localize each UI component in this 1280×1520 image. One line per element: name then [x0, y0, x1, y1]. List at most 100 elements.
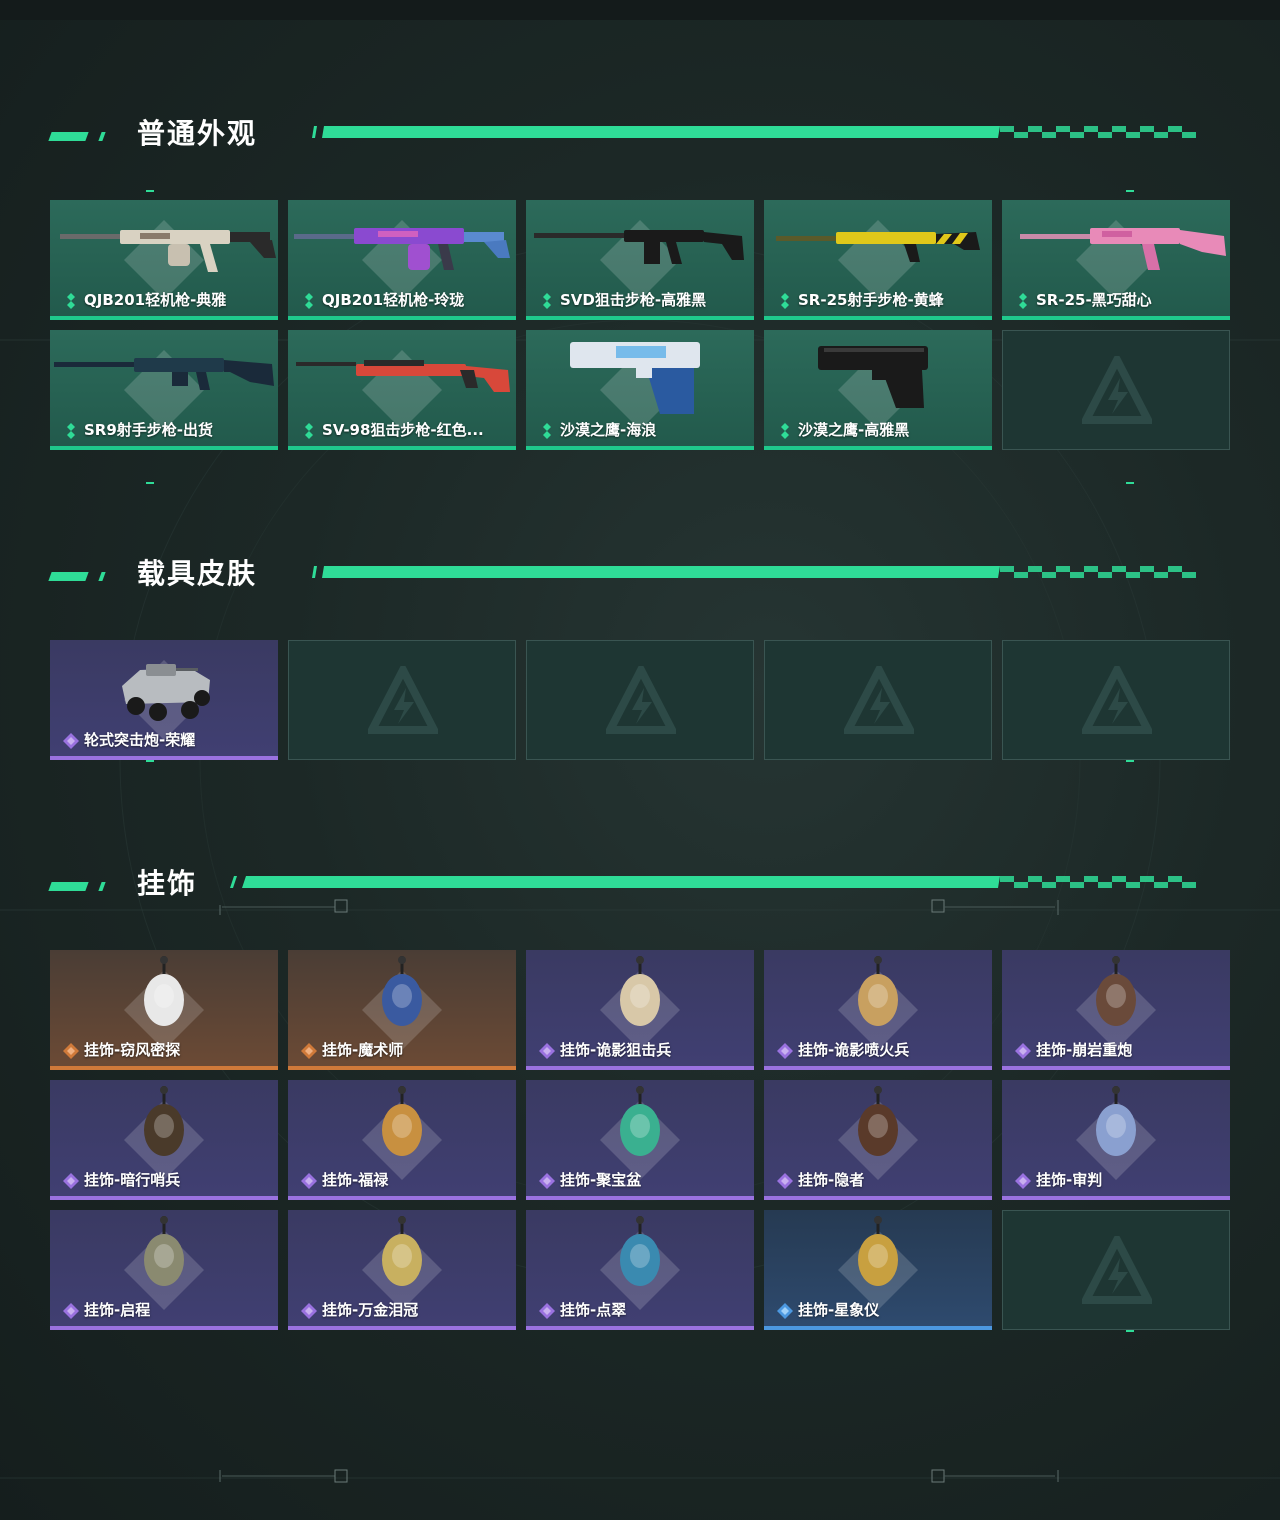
header-line [310, 566, 1200, 578]
header-accent-tick [98, 132, 106, 141]
item-label: QJB201轻机枪-玲珑 [322, 291, 465, 309]
rarity-icon [63, 733, 79, 749]
weapon-card[interactable]: SV-98狙击步枪-红色... [288, 330, 516, 450]
corner-tick [1126, 1330, 1134, 1332]
item-label: 轮式突击炮-荣耀 [84, 731, 196, 749]
empty-slot-icon [1082, 356, 1152, 424]
section-header-vehicles: 载具皮肤 [0, 557, 1280, 606]
item-label: 挂饰-诡影喷火兵 [798, 1041, 910, 1059]
charm-card[interactable]: 挂饰-窃风密探 [50, 950, 278, 1070]
rarity-icon [539, 1173, 555, 1189]
rarity-icon [777, 1173, 793, 1189]
section-header-weapons: 普通外观 [0, 117, 1280, 166]
charm-card[interactable]: 挂饰-福禄 [288, 1080, 516, 1200]
pistol-icon [818, 346, 928, 408]
empty-slot [1002, 330, 1230, 450]
section-title: 挂饰 [137, 867, 198, 900]
weapon-card[interactable]: SR-25-黑巧甜心 [1002, 200, 1230, 320]
charm-card[interactable]: 挂饰-启程 [50, 1210, 278, 1330]
item-label: 挂饰-窃风密探 [84, 1041, 181, 1059]
empty-slot-icon [844, 666, 914, 734]
corner-tick [146, 482, 154, 484]
empty-slot [1002, 1210, 1230, 1330]
weapon-card[interactable]: QJB201轻机枪-玲珑 [288, 200, 516, 320]
section-header-charms: 挂饰 [0, 867, 1280, 916]
rarity-icon [301, 1173, 317, 1189]
header-line [310, 126, 1200, 138]
item-label: QJB201轻机枪-典雅 [84, 291, 227, 309]
weapon-card[interactable]: SVD狙击步枪-高雅黑 [526, 200, 754, 320]
charm-icon [382, 1086, 422, 1156]
charm-card[interactable]: 挂饰-万金泪冠 [288, 1210, 516, 1330]
rarity-icon [67, 293, 75, 309]
header-accent-bar [48, 882, 89, 891]
charm-card[interactable]: 挂饰-魔术师 [288, 950, 516, 1070]
charm-icon [144, 1086, 184, 1156]
item-label: 挂饰-崩岩重炮 [1036, 1041, 1133, 1059]
charm-card[interactable]: 挂饰-点翠 [526, 1210, 754, 1330]
rarity-icon [305, 293, 313, 309]
weapon-card[interactable]: 沙漠之鹰-海浪 [526, 330, 754, 450]
item-label: SR9射手步枪-出货 [84, 421, 214, 439]
rarity-icon [1015, 1043, 1031, 1059]
charm-card[interactable]: 挂饰-暗行哨兵 [50, 1080, 278, 1200]
charm-icon [382, 956, 422, 1026]
vehicle-card[interactable]: 轮式突击炮-荣耀 [50, 640, 278, 760]
charm-icon [858, 1216, 898, 1286]
header-accent-tick [98, 882, 106, 891]
empty-slot-icon [368, 666, 438, 734]
item-label: 挂饰-福禄 [322, 1171, 389, 1189]
charm-card[interactable]: 挂饰-隐者 [764, 1080, 992, 1200]
weapon-card[interactable]: SR9射手步枪-出货 [50, 330, 278, 450]
charm-card[interactable]: 挂饰-聚宝盆 [526, 1080, 754, 1200]
charm-card[interactable]: 挂饰-审判 [1002, 1080, 1230, 1200]
charm-icon [858, 956, 898, 1026]
rarity-icon [539, 1043, 555, 1059]
charm-icon [620, 1086, 660, 1156]
charm-icon [858, 1086, 898, 1156]
charm-card[interactable]: 挂饰-诡影喷火兵 [764, 950, 992, 1070]
item-label: SVD狙击步枪-高雅黑 [560, 291, 707, 309]
rifle-icon [1020, 228, 1226, 270]
weapon-card[interactable]: QJB201轻机枪-典雅 [50, 200, 278, 320]
rifle-icon [296, 360, 510, 392]
weapon-card[interactable]: SR-25射手步枪-黄蜂 [764, 200, 992, 320]
corner-tick [1126, 190, 1134, 192]
header-accent-bar [48, 132, 89, 141]
rifle-icon [534, 230, 744, 264]
item-label: 挂饰-隐者 [798, 1171, 865, 1189]
rarity-icon [539, 1303, 555, 1319]
item-label: 挂饰-暗行哨兵 [84, 1171, 181, 1189]
rarity-icon [1019, 293, 1027, 309]
section-title: 普通外观 [137, 117, 258, 150]
rifle-icon [294, 228, 510, 270]
rarity-icon [777, 1303, 793, 1319]
empty-slot-icon [1082, 1236, 1152, 1304]
rarity-icon [777, 1043, 793, 1059]
item-label: 挂饰-星象仪 [798, 1301, 880, 1319]
charm-card[interactable]: 挂饰-星象仪 [764, 1210, 992, 1330]
charm-card[interactable]: 挂饰-崩岩重炮 [1002, 950, 1230, 1070]
item-label: 挂饰-万金泪冠 [322, 1301, 419, 1319]
empty-slot [288, 640, 516, 760]
rarity-icon [63, 1303, 79, 1319]
item-label: 沙漠之鹰-高雅黑 [798, 421, 910, 439]
charm-card[interactable]: 挂饰-诡影狙击兵 [526, 950, 754, 1070]
corner-tick [1126, 760, 1134, 762]
charm-icon [144, 1216, 184, 1286]
rarity-icon [781, 423, 789, 439]
weapon-card[interactable]: 沙漠之鹰-高雅黑 [764, 330, 992, 450]
empty-slot [526, 640, 754, 760]
rarity-icon [67, 423, 75, 439]
item-label: 挂饰-审判 [1036, 1171, 1103, 1189]
item-label: 挂饰-诡影狙击兵 [560, 1041, 672, 1059]
item-label: SV-98狙击步枪-红色... [322, 421, 484, 439]
item-label: 挂饰-启程 [84, 1301, 151, 1319]
vehicle-icon [122, 664, 210, 721]
section-title: 载具皮肤 [137, 557, 258, 590]
charm-icon [620, 1216, 660, 1286]
rifle-icon [60, 230, 276, 272]
rarity-icon [63, 1043, 79, 1059]
item-label: SR-25-黑巧甜心 [1036, 291, 1152, 309]
charm-icon [1096, 1086, 1136, 1156]
